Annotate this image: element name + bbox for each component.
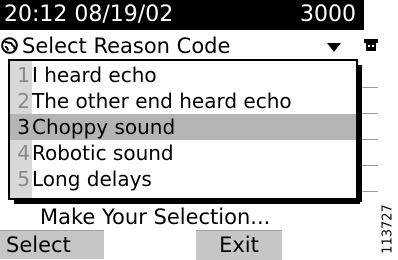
selection-prompt: Make Your Selection...: [40, 205, 271, 229]
figure-code: 113727: [380, 200, 396, 258]
menu-option-5[interactable]: 5 Long delays: [10, 166, 356, 192]
figure-code-text: 113727: [380, 204, 396, 254]
option-label: I heard echo: [32, 63, 157, 87]
phone-icon: [364, 39, 378, 51]
option-number: 3: [17, 115, 30, 139]
option-number: 1: [17, 63, 30, 87]
option-label: Robotic sound: [32, 141, 174, 165]
globe-icon: [1, 37, 18, 54]
option-number: 4: [17, 141, 30, 165]
menu-option-2[interactable]: 2 The other end heard echo: [10, 88, 356, 114]
status-bar: 20:12 08/19/02 3000: [0, 0, 364, 30]
menu-option-4[interactable]: 4 Robotic sound: [10, 140, 356, 166]
option-number: 2: [17, 89, 30, 113]
option-number: 5: [17, 167, 30, 191]
dropdown-caret-icon[interactable]: [327, 43, 341, 52]
extension-number: 3000: [300, 2, 356, 27]
dropdown-title: Select Reason Code: [22, 34, 231, 58]
softkey-bar: Select Exit: [0, 230, 364, 260]
reason-code-menu: 1 I heard echo 2 The other end heard ech…: [8, 59, 362, 204]
phone-screen: 20:12 08/19/02 3000 Select Reason Code 1…: [0, 0, 378, 260]
menu-option-1[interactable]: 1 I heard echo: [10, 62, 356, 88]
select-softkey[interactable]: Select: [0, 230, 104, 259]
list-separator-lines: [362, 60, 378, 200]
dropdown-header[interactable]: Select Reason Code: [0, 32, 364, 60]
option-label: Long delays: [32, 167, 152, 191]
option-label: The other end heard echo: [32, 89, 292, 113]
exit-softkey[interactable]: Exit: [196, 230, 282, 260]
menu-shadow-right: [358, 65, 362, 202]
menu-option-3-selected[interactable]: 3 Choppy sound: [10, 114, 356, 140]
datetime: 20:12 08/19/02: [4, 2, 174, 27]
option-label: Choppy sound: [32, 115, 176, 139]
